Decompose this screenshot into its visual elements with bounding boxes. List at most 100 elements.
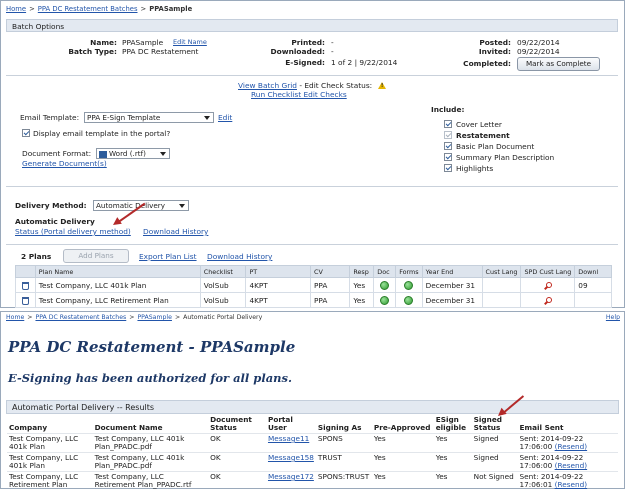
invited-value: 09/22/2014 bbox=[517, 47, 560, 56]
col-header: Company bbox=[9, 423, 48, 432]
plan-cv: PPA bbox=[310, 292, 351, 308]
add-plans-button[interactable]: Add Plans bbox=[63, 249, 129, 263]
page-subtitle: E-Signing has been authorized for all pl… bbox=[8, 371, 292, 385]
document-name-cell: Test Company, LLC Retirement Plan_PPADC.… bbox=[92, 471, 209, 489]
col-header[interactable]: Doc bbox=[373, 265, 397, 278]
include-restatement-checkbox bbox=[444, 131, 452, 139]
breadcrumb-home[interactable]: Home bbox=[6, 5, 26, 13]
portal-status-link[interactable]: Status (Portal delivery method) bbox=[15, 227, 131, 236]
search-icon[interactable] bbox=[544, 296, 552, 305]
plans-header-row: Plan Name Checklist PT CV Resp Doc Forms… bbox=[15, 265, 612, 278]
document-format-label: Document Format: bbox=[22, 149, 92, 158]
delivery-method-value: Automatic Delivery bbox=[96, 201, 165, 210]
col-header[interactable]: Plan Name bbox=[34, 265, 201, 278]
table-row: Test Company, LLC 401k Plan Test Company… bbox=[7, 433, 618, 453]
results-table: Company Document Name Document Status Po… bbox=[7, 415, 618, 489]
document-format-select[interactable]: Word (.rtf) bbox=[96, 148, 170, 159]
include-cover-letter-checkbox[interactable] bbox=[444, 120, 452, 128]
plans-table: Plan Name Checklist PT CV Resp Doc Forms… bbox=[15, 265, 612, 308]
col-header[interactable]: Downl bbox=[574, 265, 612, 278]
breadcrumb: Home > PPA DC Restatement Batches > PPASampl… bbox=[6, 5, 193, 13]
breadcrumb-home[interactable]: Home bbox=[6, 314, 24, 321]
plan-pt: 4KPT bbox=[245, 292, 312, 308]
portal-user-link[interactable]: Message172 bbox=[268, 472, 314, 481]
include-basic-plan-checkbox[interactable] bbox=[444, 142, 452, 150]
email-template-label: Email Template: bbox=[20, 113, 80, 122]
edit-check-status-label: - Edit Check Status: bbox=[299, 81, 373, 90]
divider bbox=[6, 75, 618, 76]
breadcrumb-batches[interactable]: PPA DC Restatement Batches bbox=[35, 314, 126, 321]
doc-status-icon[interactable] bbox=[380, 295, 390, 305]
resend-link[interactable]: (Resend) bbox=[555, 442, 587, 451]
plan-name: Test Company, LLC Retirement Plan bbox=[34, 292, 201, 308]
col-header[interactable]: Forms bbox=[395, 265, 423, 278]
view-batch-grid-link[interactable]: View Batch Grid bbox=[238, 81, 297, 90]
export-plan-list-link[interactable]: Export Plan List bbox=[139, 252, 197, 261]
display-template-checkbox[interactable] bbox=[22, 129, 30, 137]
col-header[interactable]: Checklist bbox=[199, 265, 247, 278]
portal-user-link[interactable]: Message158 bbox=[268, 453, 314, 462]
signed-status-cell: Not Signed bbox=[471, 471, 518, 489]
col-header: Email Sent bbox=[519, 423, 564, 432]
email-template-select[interactable]: PPA E-Sign Template bbox=[84, 112, 214, 123]
forms-status-icon[interactable] bbox=[404, 295, 414, 305]
warning-icon bbox=[378, 82, 386, 89]
name-label: Name: bbox=[90, 38, 117, 47]
col-header: Signed Status bbox=[473, 415, 503, 432]
col-header[interactable]: CV bbox=[310, 265, 351, 278]
include-highlights-label: Highlights bbox=[456, 164, 494, 173]
edit-name-link[interactable]: Edit Name bbox=[173, 38, 207, 46]
col-header[interactable]: Resp bbox=[349, 265, 375, 278]
run-checklist-link[interactable]: Run Checklist Edit Checks bbox=[251, 90, 347, 99]
col-header[interactable]: PT bbox=[245, 265, 312, 278]
company-cell: Test Company, LLC Retirement Plan bbox=[7, 471, 93, 489]
mark-complete-button[interactable]: Mark as Complete bbox=[517, 57, 600, 71]
plans-download-history-link[interactable]: Download History bbox=[207, 252, 272, 261]
col-header[interactable]: SPD Cust Lang bbox=[520, 265, 576, 278]
help-link[interactable]: Help bbox=[606, 314, 620, 321]
edit-template-link[interactable]: Edit bbox=[218, 113, 232, 122]
printed-value: - bbox=[331, 38, 334, 47]
plan-cust-lang bbox=[481, 292, 522, 308]
document-status-cell: OK bbox=[208, 433, 266, 453]
resend-link[interactable]: (Resend) bbox=[555, 461, 587, 470]
breadcrumb-batches[interactable]: PPA DC Restatement Batches bbox=[38, 5, 138, 13]
chevron-down-icon bbox=[160, 152, 166, 156]
generate-documents-link[interactable]: Generate Document(s) bbox=[22, 159, 107, 168]
esign-eligible-cell: Yes bbox=[433, 471, 472, 489]
section-header: Batch Options bbox=[6, 19, 618, 32]
name-value: PPASample bbox=[122, 38, 164, 47]
col-header[interactable]: Year End bbox=[421, 265, 483, 278]
company-cell: Test Company, LLC 401k Plan bbox=[7, 452, 93, 472]
breadcrumb-batch[interactable]: PPASample bbox=[137, 314, 172, 321]
display-template-label: Display email template in the portal? bbox=[33, 129, 171, 138]
divider bbox=[6, 186, 618, 187]
col-header: ESign eligible bbox=[435, 415, 467, 432]
trash-icon[interactable] bbox=[21, 281, 29, 290]
plan-pt: 4KPT bbox=[245, 277, 312, 293]
completed-label: Completed: bbox=[463, 59, 511, 68]
trash-icon[interactable] bbox=[21, 296, 29, 305]
company-cell: Test Company, LLC 401k Plan bbox=[7, 433, 93, 453]
plan-resp: Yes bbox=[349, 277, 375, 293]
automatic-delivery-title: Automatic Delivery bbox=[15, 217, 95, 226]
portal-user-link[interactable]: Message11 bbox=[268, 434, 309, 443]
include-highlights-checkbox[interactable] bbox=[444, 164, 452, 172]
table-row: Test Company, LLC 401k Plan VolSub 4KPT … bbox=[15, 277, 612, 293]
col-header[interactable]: Cust Lang bbox=[481, 265, 522, 278]
check-status-row: View Batch Grid - Edit Check Status: bbox=[238, 81, 372, 90]
printed-label: Printed: bbox=[291, 38, 325, 47]
forms-status-icon[interactable] bbox=[404, 280, 414, 290]
resend-link[interactable]: (Resend) bbox=[555, 480, 587, 489]
search-icon[interactable] bbox=[544, 281, 552, 290]
results-header-row: Company Document Name Document Status Po… bbox=[7, 415, 618, 434]
divider bbox=[6, 244, 618, 245]
esigned-label: E-Signed: bbox=[285, 58, 325, 67]
download-history-link[interactable]: Download History bbox=[143, 227, 208, 236]
doc-status-icon[interactable] bbox=[380, 280, 390, 290]
include-basic-plan-label: Basic Plan Document bbox=[456, 142, 535, 151]
email-template-value: PPA E-Sign Template bbox=[87, 113, 161, 122]
include-spd-checkbox[interactable] bbox=[444, 153, 452, 161]
downloaded-value: - bbox=[331, 47, 334, 56]
invited-label: Invited: bbox=[478, 47, 511, 56]
